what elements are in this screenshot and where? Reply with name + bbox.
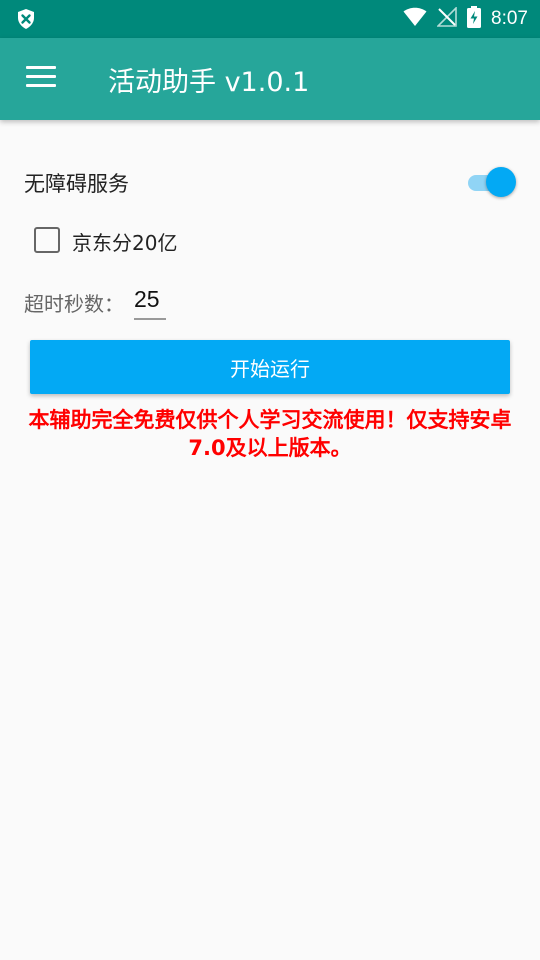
timeout-label: 超时秒数： [24, 292, 124, 316]
disclaimer-notice: 本辅助完全免费仅供个人学习交流使用！仅支持安卓7.0及以上版本。 [28, 408, 512, 460]
timeout-row: 超时秒数： [24, 280, 324, 320]
jd-task-checkbox[interactable] [34, 227, 60, 253]
start-run-button[interactable]: 开始运行 [30, 340, 510, 394]
app-title: 活动助手 v1.0.1 [108, 67, 310, 98]
jd-task-label: 京东分20亿 [72, 231, 178, 255]
shield-x-icon [16, 8, 36, 34]
status-time: 8:07 [491, 8, 528, 29]
wifi-icon [403, 7, 427, 31]
accessibility-service-row: 无障碍服务 [24, 164, 516, 200]
accessibility-service-toggle[interactable] [460, 166, 516, 198]
accessibility-service-label: 无障碍服务 [24, 172, 129, 196]
toggle-thumb [486, 167, 516, 197]
hamburger-menu-icon[interactable] [26, 66, 56, 90]
no-signal-icon [436, 6, 457, 31]
app-bar: 活动助手 v1.0.1 [0, 38, 540, 120]
status-bar: 8:07 [0, 0, 540, 38]
timeout-seconds-input[interactable] [134, 280, 166, 320]
battery-charging-icon [467, 6, 482, 32]
